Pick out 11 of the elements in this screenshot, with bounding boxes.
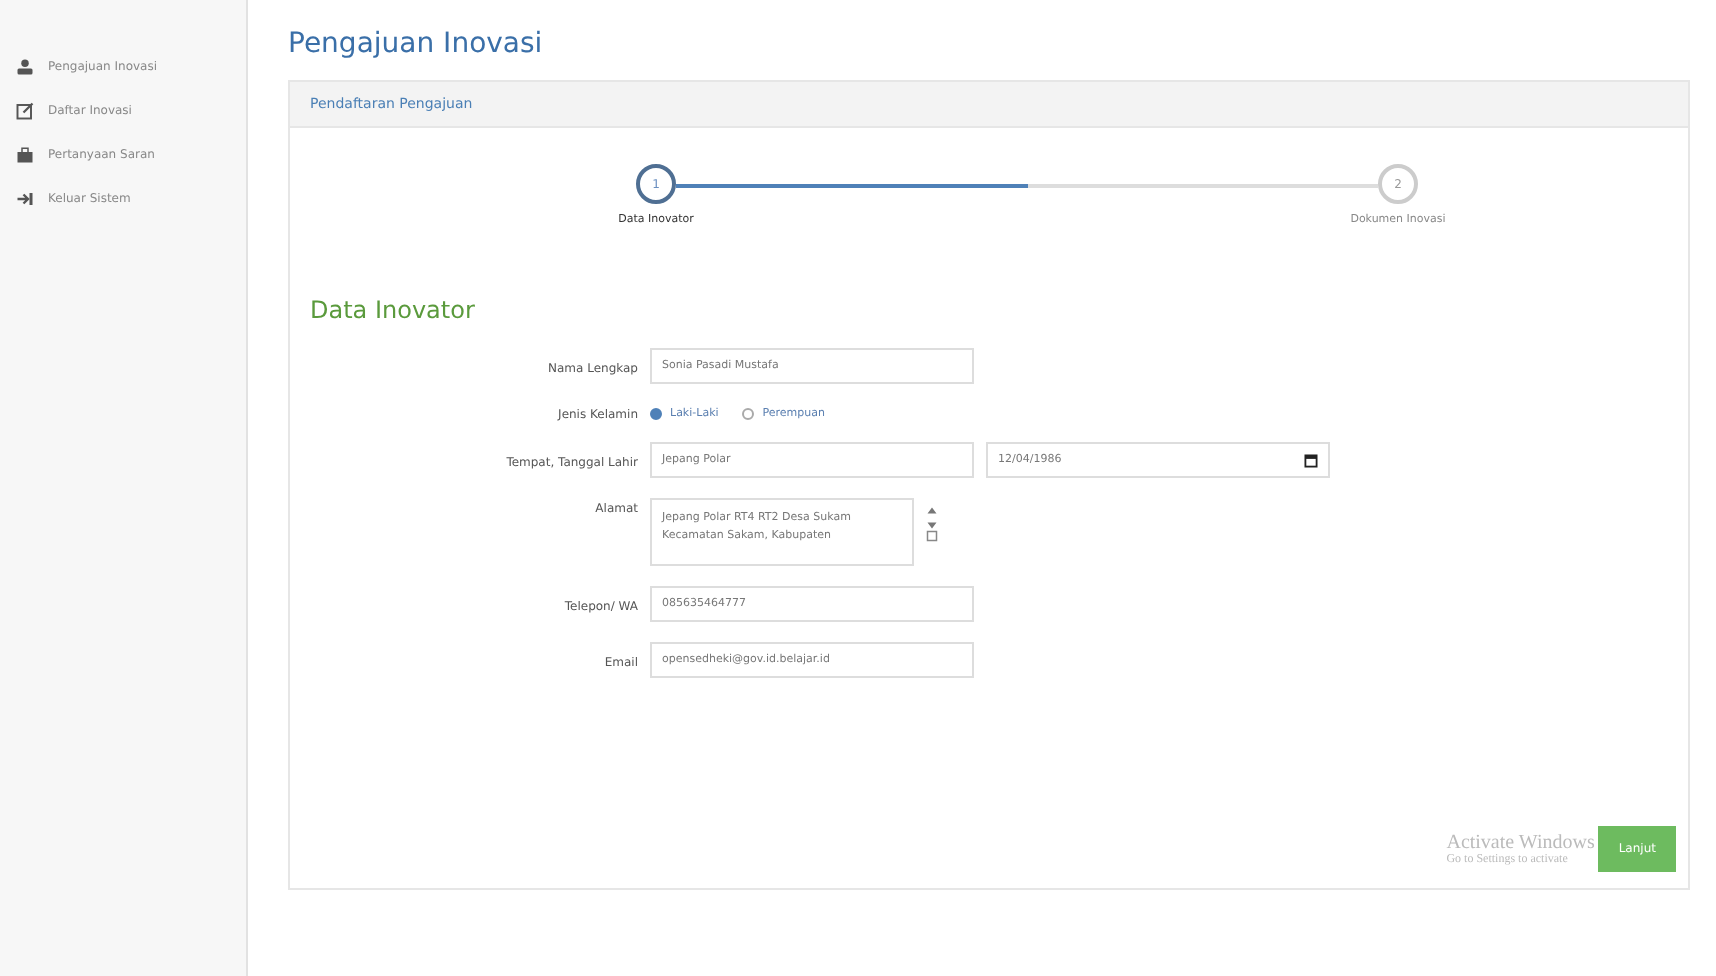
page-title: Pengajuan Inovasi [288, 28, 545, 60]
section-title: Data Inovator [310, 296, 477, 324]
scrollbar-icon [926, 504, 938, 544]
edit-icon [16, 101, 34, 119]
radio-button[interactable] [650, 407, 662, 419]
radio-button[interactable] [742, 407, 755, 419]
calendar-icon [1304, 453, 1318, 467]
activation-notice-title: Activate Windows [1446, 832, 1595, 854]
briefcase-icon [16, 145, 34, 163]
exit-icon [16, 189, 34, 207]
person-icon [16, 57, 34, 75]
